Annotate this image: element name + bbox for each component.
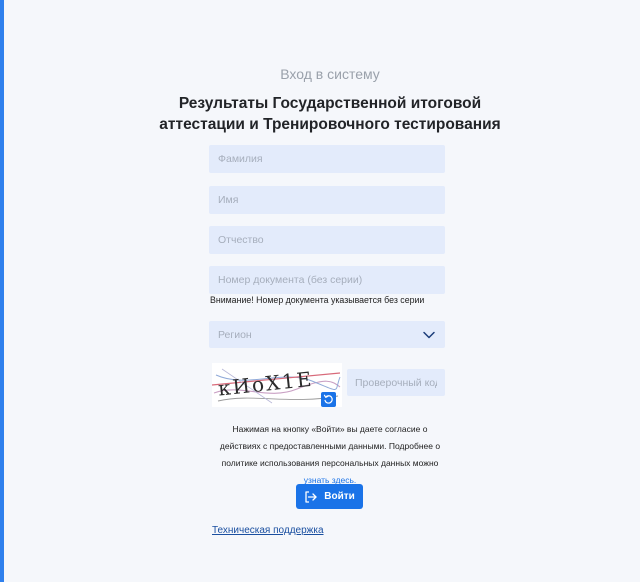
login-arrow-icon xyxy=(305,490,317,503)
middlename-input[interactable] xyxy=(209,226,445,254)
captcha-refresh-button[interactable] xyxy=(321,392,336,407)
page-title: Результаты Государственной итоговой атте… xyxy=(4,93,640,135)
page-subtitle: Вход в систему xyxy=(280,66,380,82)
consent-line-1: Нажимая на кнопку «Войти» вы даете согла… xyxy=(232,424,428,434)
login-page: Вход в систему Результаты Государственно… xyxy=(0,0,640,582)
page-title-line-2: аттестации и Тренировочного тестирования xyxy=(159,116,501,133)
page-title-line-1: Результаты Государственной итоговой xyxy=(178,95,482,112)
consent-line-3: политике использования персональных данн… xyxy=(221,458,439,468)
consent-text: Нажимая на кнопку «Войти» вы даете согла… xyxy=(210,421,450,489)
consent-line-2: действиях с предоставленными данными. По… xyxy=(219,441,441,451)
refresh-icon xyxy=(323,394,333,404)
captcha-input[interactable] xyxy=(347,369,445,396)
chevron-down-icon xyxy=(423,331,435,338)
tech-support-link[interactable]: Техническая поддержка xyxy=(212,525,324,536)
firstname-input[interactable] xyxy=(209,186,445,214)
region-select[interactable]: Регион xyxy=(209,321,445,348)
document-number-input[interactable] xyxy=(209,266,445,294)
region-select-label: Регион xyxy=(218,328,252,341)
lastname-input[interactable] xyxy=(209,145,445,173)
login-button-label: Войти xyxy=(324,491,355,502)
login-button[interactable]: Войти xyxy=(296,484,363,509)
document-note: Внимание! Номер документа указывается бе… xyxy=(210,295,425,305)
